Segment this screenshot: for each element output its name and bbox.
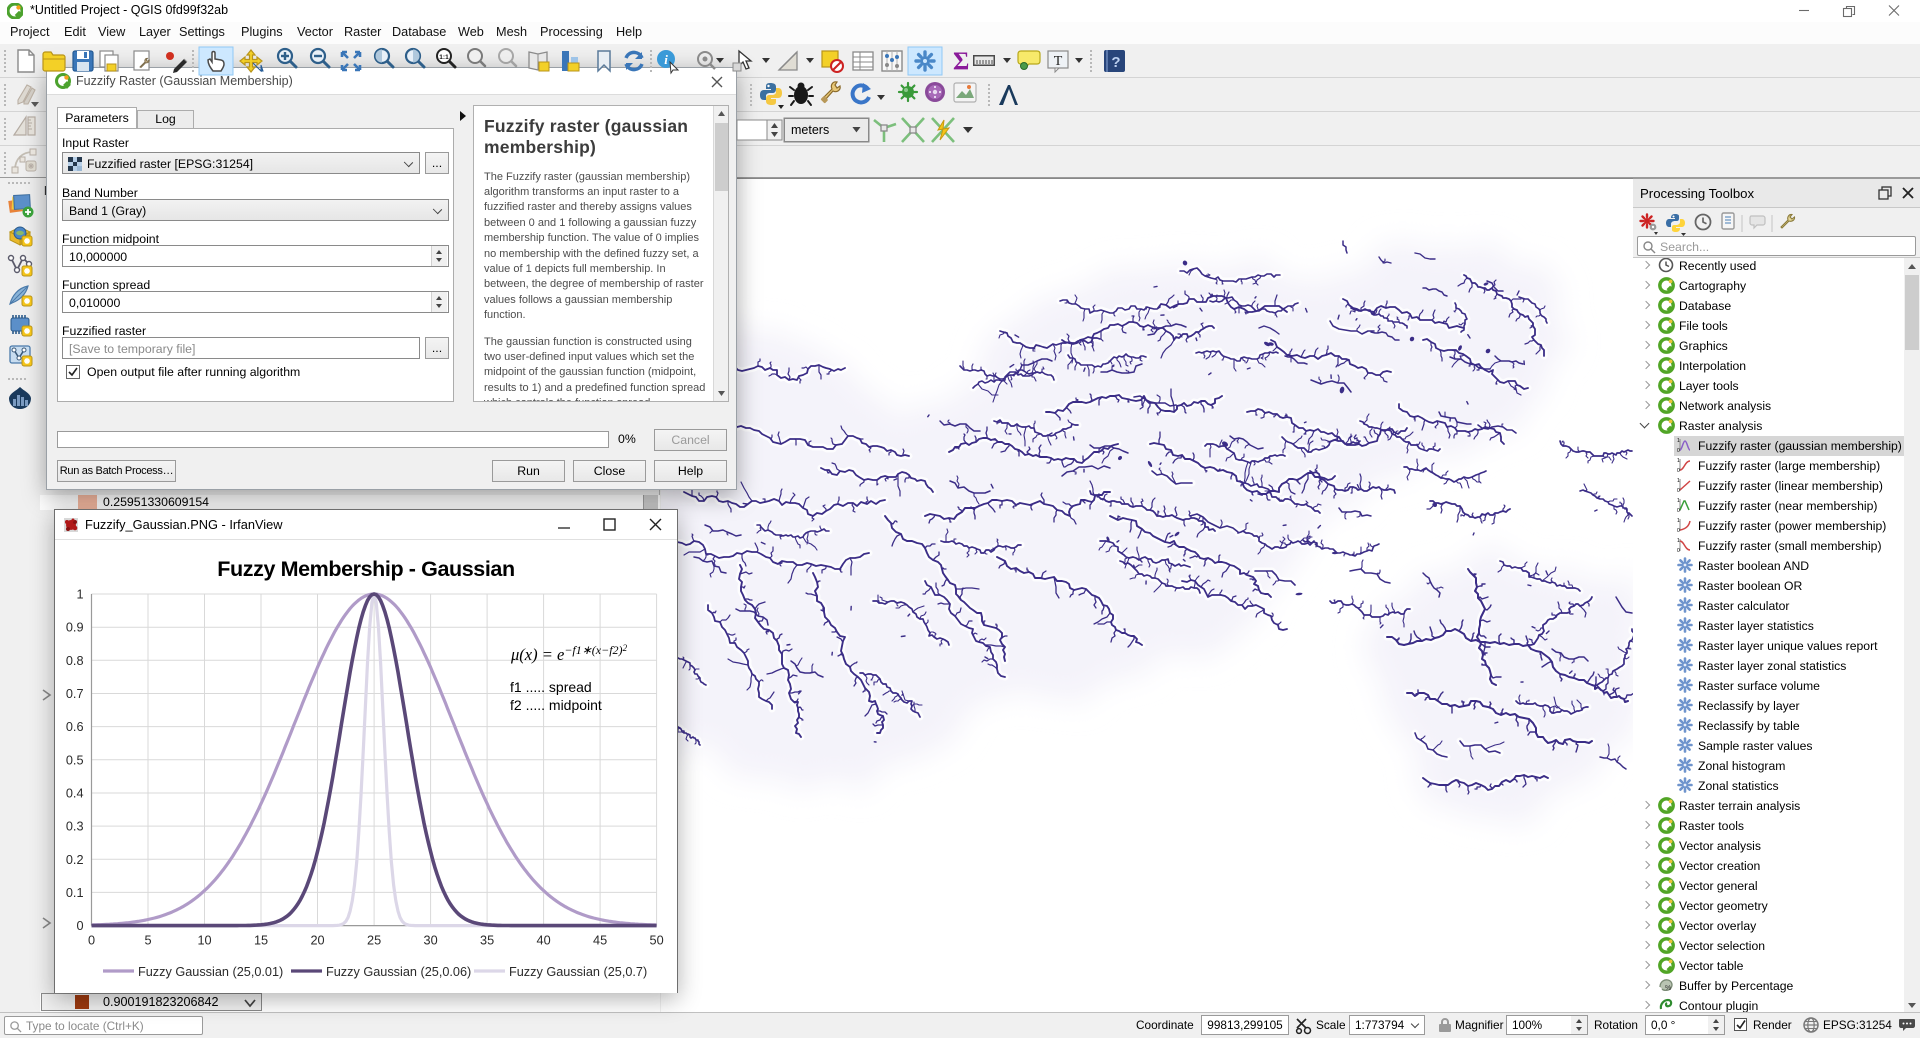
svg-text:meters: meters	[791, 123, 829, 137]
svg-text:1:1: 1:1	[439, 54, 449, 61]
svg-text:0.2: 0.2	[66, 853, 84, 867]
svg-text:0.4: 0.4	[66, 787, 84, 801]
svg-text:50: 50	[650, 934, 664, 948]
svg-text:0.3: 0.3	[66, 820, 84, 834]
svg-text:30: 30	[424, 934, 438, 948]
svg-text:0: 0	[88, 934, 95, 948]
svg-text:25: 25	[367, 934, 381, 948]
svg-text:?: ?	[1111, 54, 1120, 71]
svg-text:10: 10	[197, 934, 211, 948]
svg-text:0.6: 0.6	[66, 720, 84, 734]
svg-text:f2 ..... midpoint: f2 ..... midpoint	[510, 697, 602, 713]
svg-text:35: 35	[480, 934, 494, 948]
svg-text:0.7: 0.7	[66, 687, 84, 701]
svg-text:f1 ..... spread: f1 ..... spread	[510, 679, 592, 695]
svg-text:20: 20	[310, 934, 324, 948]
svg-text:T: T	[1054, 54, 1063, 69]
svg-text:%: %	[1665, 985, 1671, 992]
svg-text:40: 40	[537, 934, 551, 948]
svg-text:Fuzzy Gaussian (25,0.7): Fuzzy Gaussian (25,0.7)	[509, 965, 647, 979]
svg-text:5: 5	[144, 934, 151, 948]
svg-text:15: 15	[254, 934, 268, 948]
svg-text:0.9: 0.9	[66, 621, 84, 635]
svg-text:i: i	[664, 52, 668, 67]
svg-text:0.8: 0.8	[66, 654, 84, 668]
svg-text:Fuzzy Gaussian (25,0.06): Fuzzy Gaussian (25,0.06)	[326, 965, 471, 979]
svg-text:0.1: 0.1	[66, 886, 84, 900]
svg-text:0: 0	[76, 919, 83, 933]
svg-text:Fuzzy Gaussian (25,0.01): Fuzzy Gaussian (25,0.01)	[138, 965, 283, 979]
svg-text:45: 45	[593, 934, 607, 948]
svg-text:1: 1	[76, 588, 83, 602]
svg-text:0.5: 0.5	[66, 753, 84, 767]
svg-text:Σ: Σ	[953, 48, 969, 75]
svg-text:Fuzzy Membership - Gaussian: Fuzzy Membership - Gaussian	[217, 557, 514, 581]
